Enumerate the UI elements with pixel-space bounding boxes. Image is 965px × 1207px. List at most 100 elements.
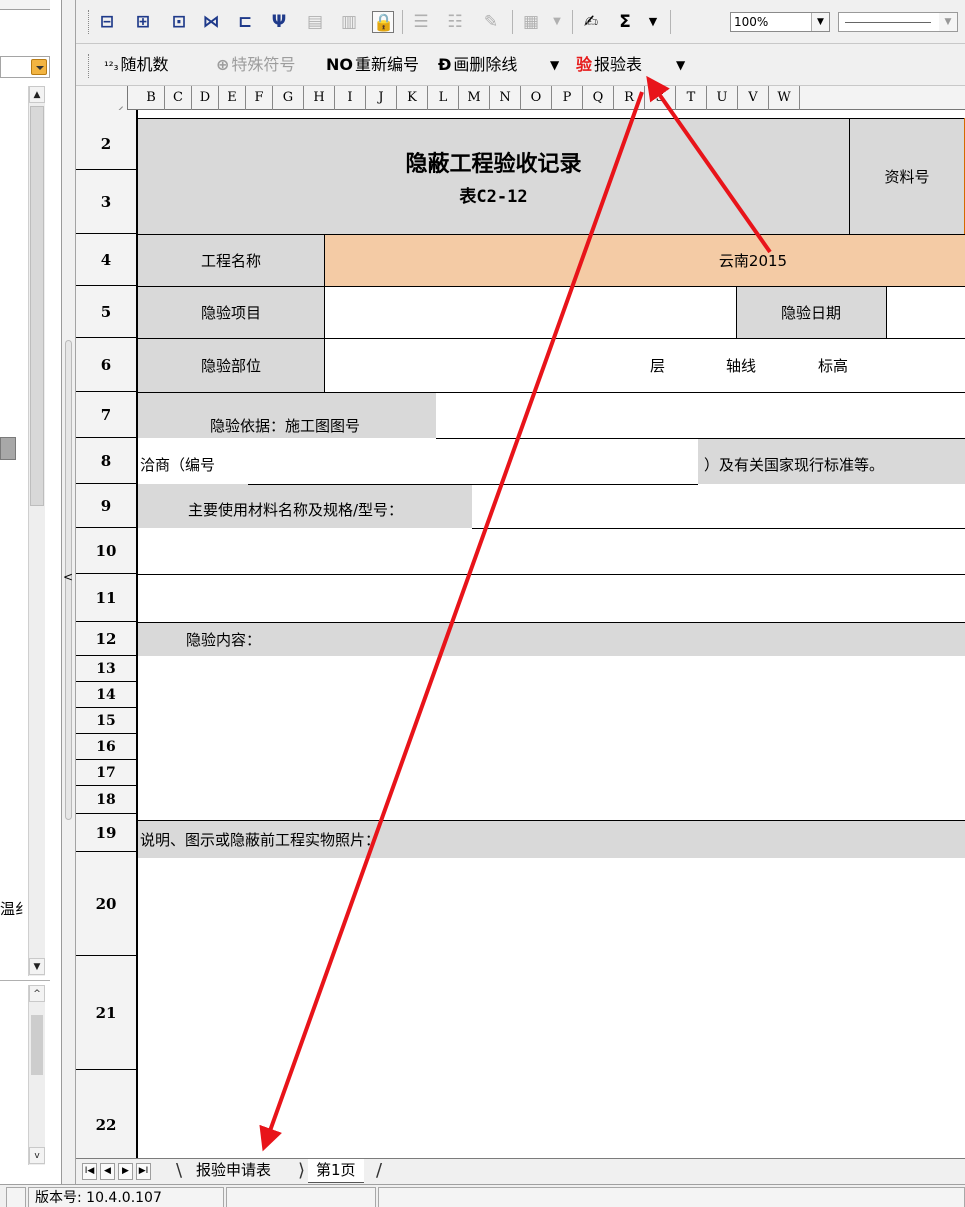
lock-icon[interactable]: 🔒: [372, 11, 394, 33]
strikethrough-dropdown-icon[interactable]: ▼: [550, 53, 559, 77]
column-header-V[interactable]: V: [738, 86, 769, 110]
row-header-5[interactable]: 5: [76, 286, 136, 338]
row-header-17[interactable]: 17: [76, 760, 136, 786]
row-header-14[interactable]: 14: [76, 682, 136, 708]
select-all-corner[interactable]: [76, 86, 128, 110]
panel-splitter[interactable]: <: [62, 0, 76, 1207]
prev-sheet-icon[interactable]: ◀: [100, 1163, 115, 1180]
column-header-K[interactable]: K: [397, 86, 428, 110]
scrollbar-thumb[interactable]: [30, 106, 44, 506]
scroll-down-arrow-icon[interactable]: ▼: [29, 958, 45, 975]
toolbar-grip[interactable]: [88, 10, 91, 34]
sum-icon[interactable]: Σ: [614, 11, 636, 33]
report-form-dropdown-icon[interactable]: ▼: [676, 53, 685, 77]
random-number-button[interactable]: ¹²₃ 随机数: [104, 53, 168, 77]
column-header-D[interactable]: D: [192, 86, 219, 110]
column-header-S[interactable]: S: [645, 86, 676, 110]
left-panel-selected-item[interactable]: [0, 437, 16, 460]
fill-color-icon[interactable]: ▦: [520, 11, 542, 33]
column-header-C[interactable]: C: [165, 86, 192, 110]
column-header-T[interactable]: T: [676, 86, 707, 110]
row-header-4[interactable]: 4: [76, 234, 136, 286]
row-header-7[interactable]: 7: [76, 392, 136, 438]
row-header-20[interactable]: 20: [76, 852, 136, 956]
scroll-up-arrow-icon[interactable]: ▲: [29, 86, 45, 103]
line-style-dropdown-icon[interactable]: ▼: [939, 13, 957, 31]
column-header-F[interactable]: F: [246, 86, 273, 110]
collapse-left-icon[interactable]: <: [63, 570, 73, 584]
row-header-19[interactable]: 19: [76, 814, 136, 852]
strikethrough-button[interactable]: Ð 画删除线: [438, 53, 517, 77]
zoom-select[interactable]: 100% ▼: [730, 12, 830, 32]
dropdown-arrow-icon[interactable]: [31, 59, 47, 75]
split-column-icon[interactable]: Ψ: [268, 11, 290, 33]
format-painter-icon[interactable]: ✎: [480, 11, 502, 33]
indent-icon[interactable]: ☰: [410, 11, 432, 33]
project-name-value-cell[interactable]: [324, 234, 965, 286]
row-header-13[interactable]: 13: [76, 656, 136, 682]
left-panel-lower-scrollbar[interactable]: ^ v: [28, 985, 45, 1165]
row-header-21[interactable]: 21: [76, 956, 136, 1070]
column-header-W[interactable]: W: [769, 86, 800, 110]
column-header-O[interactable]: O: [521, 86, 552, 110]
scroll-up-chevron-icon[interactable]: ^: [29, 985, 45, 1002]
drawing-no-input-cell[interactable]: [436, 392, 965, 438]
column-header-R[interactable]: R: [614, 86, 645, 110]
zoom-dropdown-icon[interactable]: ▼: [811, 13, 829, 31]
column-header-J[interactable]: J: [366, 86, 397, 110]
sum-dropdown-icon[interactable]: ▼: [642, 11, 664, 33]
renumber-button[interactable]: NO 重新编号: [326, 53, 419, 77]
row-header-18[interactable]: 18: [76, 786, 136, 814]
row-header-10[interactable]: 10: [76, 528, 136, 574]
row-header-8[interactable]: 8: [76, 438, 136, 484]
row-header-3[interactable]: 3: [76, 170, 136, 234]
tab-page-1[interactable]: 第1页: [308, 1159, 364, 1183]
special-char-button[interactable]: ⊕ 特殊符号: [216, 53, 295, 77]
row-header-9[interactable]: 9: [76, 484, 136, 528]
column-header-N[interactable]: N: [490, 86, 521, 110]
column-header-L[interactable]: L: [428, 86, 459, 110]
row-header-11[interactable]: 11: [76, 574, 136, 622]
fill-color-dropdown-icon[interactable]: ▼: [546, 11, 568, 33]
negotiation-no-input-cell[interactable]: [248, 438, 698, 484]
formula-icon[interactable]: ✍: [580, 11, 602, 33]
left-panel-dropdown[interactable]: [0, 56, 50, 78]
spreadsheet[interactable]: BCDEFGHIJKLMNOPQRSTUVW 2 3 4 5 6 7 8 9 10 11 12 13 1…: [76, 86, 965, 1158]
outdent-icon[interactable]: ☷: [444, 11, 466, 33]
append-row-icon[interactable]: ⊡: [168, 11, 190, 33]
toolbar-grip[interactable]: [88, 54, 91, 78]
row-header-12[interactable]: 12: [76, 622, 136, 656]
column-header-M[interactable]: M: [459, 86, 490, 110]
unmerge-cells-icon[interactable]: ▥: [338, 11, 360, 33]
line-style-select[interactable]: ▼: [838, 12, 958, 32]
column-header-P[interactable]: P: [552, 86, 583, 110]
delete-row-icon[interactable]: ⊏: [234, 11, 256, 33]
next-sheet-icon[interactable]: ▶: [118, 1163, 133, 1180]
row-header-22[interactable]: 22: [76, 1070, 136, 1134]
insert-row-icon[interactable]: ⊟: [96, 11, 118, 33]
last-sheet-icon[interactable]: ▶I: [136, 1163, 151, 1180]
left-panel-item-label[interactable]: 温纟: [0, 898, 30, 919]
row-header-2[interactable]: 2: [76, 118, 136, 170]
row-header-15[interactable]: 15: [76, 708, 136, 734]
doc-no-label: 资料号: [884, 167, 930, 186]
first-sheet-icon[interactable]: I◀: [82, 1163, 97, 1180]
left-panel-scrollbar[interactable]: ▲ ▼: [28, 86, 45, 976]
column-header-I[interactable]: I: [335, 86, 366, 110]
scroll-down-chevron-icon[interactable]: v: [29, 1147, 45, 1164]
insert-column-icon[interactable]: ⊞: [132, 11, 154, 33]
column-header-E[interactable]: E: [219, 86, 246, 110]
report-form-button[interactable]: 验报验表: [576, 53, 642, 77]
column-header-H[interactable]: H: [304, 86, 335, 110]
strikethrough-label: 画删除线: [453, 55, 518, 74]
column-header-B[interactable]: B: [138, 86, 165, 110]
delete-column-icon[interactable]: ⋈: [200, 11, 222, 33]
column-header-G[interactable]: G: [273, 86, 304, 110]
row-header-16[interactable]: 16: [76, 734, 136, 760]
scrollbar-thumb[interactable]: [31, 1015, 43, 1075]
column-header-U[interactable]: U: [707, 86, 738, 110]
row-header-6[interactable]: 6: [76, 338, 136, 392]
tab-report-application[interactable]: 报验申请表: [188, 1159, 280, 1183]
merge-cells-icon[interactable]: ▤: [304, 11, 326, 33]
column-header-Q[interactable]: Q: [583, 86, 614, 110]
